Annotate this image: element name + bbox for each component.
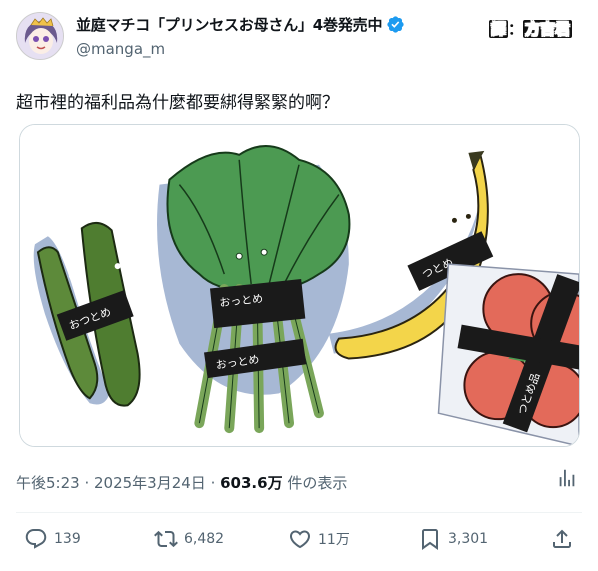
tweet-time[interactable]: 午後5:23: [16, 474, 80, 492]
translator-name: 方吉君: [523, 20, 573, 38]
tweet-text: 超市裡的福利品為什麼都要綁得緊緊的啊？: [16, 93, 339, 113]
translator-prefix: 譯: [489, 20, 509, 38]
bookmark-button[interactable]: 3,301: [418, 527, 488, 551]
reply-count: 139: [54, 531, 81, 547]
views-count: 603.6万: [220, 474, 283, 492]
repost-count: 6,482: [184, 531, 225, 547]
tweet-date[interactable]: 2025年3月24日: [94, 474, 206, 492]
repost-icon: [154, 530, 178, 548]
verified-badge-icon: [387, 16, 404, 33]
share-icon: [553, 529, 571, 548]
author-handle[interactable]: @manga_m: [76, 40, 165, 58]
analytics-icon[interactable]: [556, 467, 578, 489]
tweet-media-image[interactable]: おつとめ おっとめ おっとめ つとめ つとめ品: [19, 124, 580, 447]
meta-separator-2: ·: [205, 474, 221, 492]
bookmark-icon: [422, 529, 438, 550]
share-button[interactable]: [550, 527, 574, 551]
author-name-row[interactable]: 並庭マチコ「プリンセスお母さん」4巻発売中: [76, 14, 405, 35]
translator-credit: 譯：方吉君: [486, 17, 575, 40]
author-display-name[interactable]: 並庭マチコ「プリンセスお母さん」4巻発売中: [76, 14, 382, 35]
reply-icon: [25, 529, 47, 549]
views-label: 件の表示: [282, 474, 348, 492]
bookmark-count: 3,301: [448, 531, 489, 547]
reply-button[interactable]: 139: [24, 527, 81, 551]
heart-icon: [289, 530, 311, 549]
repost-button[interactable]: 6,482: [154, 527, 224, 551]
divider: [16, 512, 582, 513]
translator-separator: ：: [508, 20, 524, 38]
meta-separator: ·: [79, 474, 94, 492]
avatar[interactable]: [16, 12, 64, 60]
like-button[interactable]: 11万: [288, 527, 350, 551]
like-count: 11万: [318, 532, 350, 548]
tweet-meta: 午後5:23 · 2025年3月24日 · 603.6万 件の表示: [16, 472, 347, 493]
tomato-illustration: つとめ品: [437, 263, 579, 446]
action-bar: 139 6,482 11万 3,301: [0, 527, 598, 557]
